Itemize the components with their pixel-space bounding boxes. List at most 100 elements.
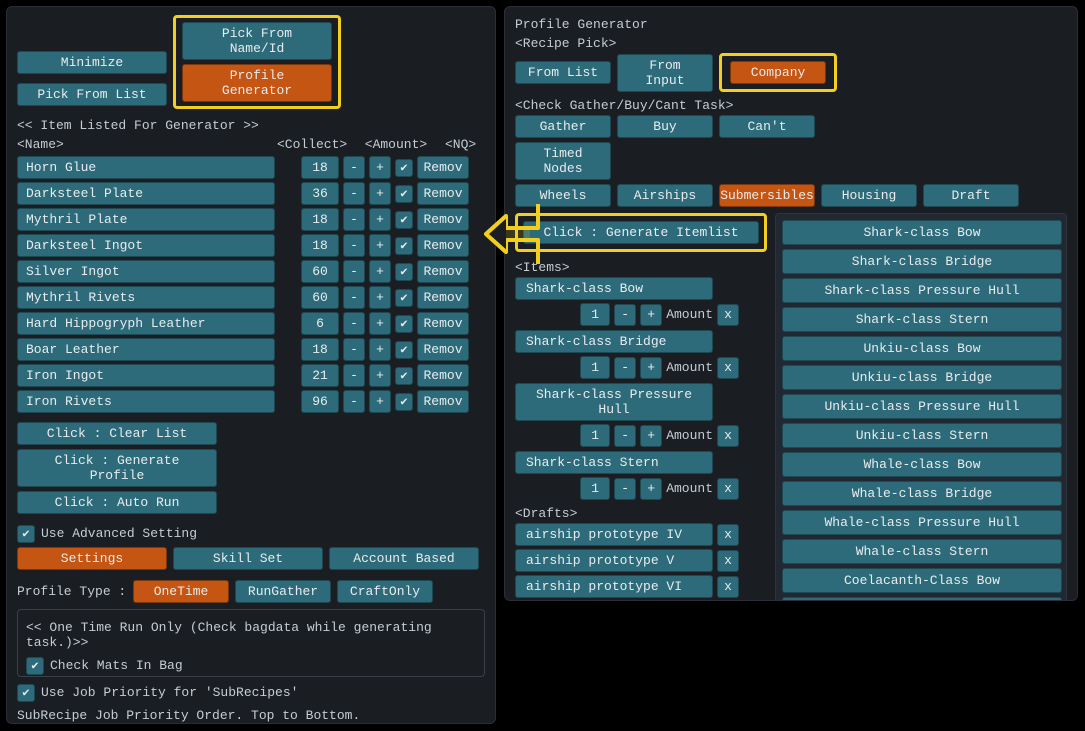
selected-item-name[interactable]: Shark-class Stern [515,451,713,474]
wheels-button[interactable]: Wheels [515,184,611,207]
remove-item-button[interactable]: x [717,304,739,326]
remove-item-button[interactable]: x [717,357,739,379]
part-button[interactable]: Shark-class Bridge [782,249,1062,274]
draft-button[interactable]: Draft [923,184,1019,207]
company-button[interactable]: Company [730,61,826,84]
qty-value[interactable]: 1 [580,303,610,326]
part-button[interactable]: Coelacanth-Class Bow [782,568,1062,593]
nq-checkbox[interactable] [395,211,413,229]
profile-generator-button[interactable]: Profile Generator [182,64,332,102]
housing-button[interactable]: Housing [821,184,917,207]
increment-button[interactable]: + [369,390,391,413]
qty-value[interactable]: 1 [580,477,610,500]
increment-button[interactable]: + [369,260,391,283]
remove-button[interactable]: Remov [417,286,469,309]
remove-button[interactable]: Remov [417,156,469,179]
submersibles-button[interactable]: Submersibles [719,184,815,207]
item-name-button[interactable]: Iron Ingot [17,364,275,387]
decrement-button[interactable]: - [343,338,365,361]
qty-value[interactable]: 1 [580,356,610,379]
amount-value[interactable]: 60 [301,260,339,283]
part-button[interactable]: Shark-class Stern [782,307,1062,332]
amount-value[interactable]: 18 [301,156,339,179]
decrement-button[interactable]: - [343,390,365,413]
nq-checkbox[interactable] [395,315,413,333]
amount-value[interactable]: 96 [301,390,339,413]
increment-button[interactable]: + [369,234,391,257]
selected-item-name[interactable]: Shark-class Bow [515,277,713,300]
nq-checkbox[interactable] [395,289,413,307]
draft-name-button[interactable]: airship prototype VI [515,575,713,598]
decrement-button[interactable]: - [343,182,365,205]
item-name-button[interactable]: Mythril Plate [17,208,275,231]
remove-button[interactable]: Remov [417,338,469,361]
part-button[interactable]: Shark-class Bow [782,220,1062,245]
draft-name-button[interactable]: airship prototype V [515,549,713,572]
nq-checkbox[interactable] [395,367,413,385]
item-name-button[interactable]: Horn Glue [17,156,275,179]
gather-button[interactable]: Gather [515,115,611,138]
amount-value[interactable]: 36 [301,182,339,205]
item-name-button[interactable]: Mythril Rivets [17,286,275,309]
remove-button[interactable]: Remov [417,312,469,335]
amount-value[interactable]: 6 [301,312,339,335]
increment-button[interactable]: + [369,156,391,179]
remove-draft-button[interactable]: x [717,524,739,546]
draft-name-button[interactable]: airship prototype IV [515,523,713,546]
check-mats-checkbox[interactable] [26,657,44,675]
nq-checkbox[interactable] [395,237,413,255]
increment-button[interactable]: + [369,312,391,335]
item-name-button[interactable]: Darksteel Plate [17,182,275,205]
increment-button[interactable]: + [640,357,662,379]
decrement-button[interactable]: - [343,208,365,231]
increment-button[interactable]: + [640,425,662,447]
nq-checkbox[interactable] [395,159,413,177]
nq-checkbox[interactable] [395,263,413,281]
item-name-button[interactable]: Silver Ingot [17,260,275,283]
nq-checkbox[interactable] [395,341,413,359]
clear-list-button[interactable]: Click : Clear List [17,422,217,445]
generate-profile-button[interactable]: Click : Generate Profile [17,449,217,487]
amount-value[interactable]: 60 [301,286,339,309]
increment-button[interactable]: + [369,208,391,231]
remove-button[interactable]: Remov [417,208,469,231]
remove-item-button[interactable]: x [717,478,739,500]
airships-button[interactable]: Airships [617,184,713,207]
nq-checkbox[interactable] [395,393,413,411]
part-button[interactable]: Whale-class Bow [782,452,1062,477]
timed-nodes-button[interactable]: Timed Nodes [515,142,611,180]
decrement-button[interactable]: - [343,156,365,179]
increment-button[interactable]: + [640,304,662,326]
increment-button[interactable]: + [369,286,391,309]
from-list-button[interactable]: From List [515,61,611,84]
parts-list[interactable]: Shark-class Bow Shark-class Bridge Shark-c… [775,213,1067,601]
decrement-button[interactable]: - [343,364,365,387]
decrement-button[interactable]: - [343,234,365,257]
item-name-button[interactable]: Boar Leather [17,338,275,361]
decrement-button[interactable]: - [614,425,636,447]
use-advanced-checkbox[interactable] [17,525,35,543]
qty-value[interactable]: 1 [580,424,610,447]
settings-tab[interactable]: Settings [17,547,167,570]
decrement-button[interactable]: - [343,286,365,309]
decrement-button[interactable]: - [343,312,365,335]
item-name-button[interactable]: Iron Rivets [17,390,275,413]
remove-draft-button[interactable]: x [717,576,739,598]
remove-button[interactable]: Remov [417,234,469,257]
rungather-button[interactable]: RunGather [235,580,331,603]
auto-run-button[interactable]: Click : Auto Run [17,491,217,514]
amount-value[interactable]: 18 [301,338,339,361]
remove-button[interactable]: Remov [417,390,469,413]
part-button[interactable]: Whale-class Stern [782,539,1062,564]
remove-draft-button[interactable]: x [717,550,739,572]
minimize-button[interactable]: Minimize [17,51,167,74]
remove-button[interactable]: Remov [417,260,469,283]
part-button[interactable]: Unkiu-class Bridge [782,365,1062,390]
part-button[interactable]: Whale-class Pressure Hull [782,510,1062,535]
generate-itemlist-button[interactable]: Click : Generate Itemlist [523,221,759,244]
cant-button[interactable]: Can't [719,115,815,138]
job-priority-checkbox[interactable] [17,684,35,702]
from-input-button[interactable]: From Input [617,54,713,92]
decrement-button[interactable]: - [614,478,636,500]
amount-value[interactable]: 21 [301,364,339,387]
